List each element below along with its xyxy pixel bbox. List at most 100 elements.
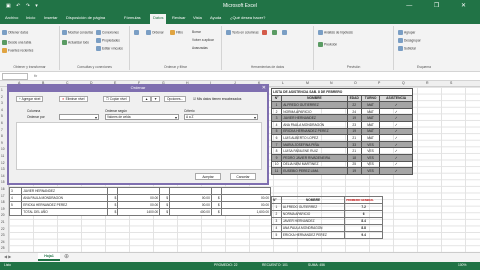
table-cell[interactable]: $ (210, 201, 222, 209)
row-header[interactable]: 18 (1, 200, 5, 204)
table-cell[interactable]: NORMA APARICIO (281, 107, 348, 116)
add-sheet-icon[interactable]: ⊕ (64, 253, 69, 260)
table-cell[interactable] (169, 187, 212, 195)
move-down-button[interactable]: ▼ (151, 96, 161, 102)
row-header[interactable]: 2 (1, 95, 3, 99)
table-cell[interactable]: MAT (360, 107, 381, 116)
tell-me-search[interactable]: ¿Qué desea hacer? (230, 15, 265, 20)
order-select[interactable]: A a Z (184, 114, 258, 120)
row-header[interactable]: 9 (1, 141, 3, 145)
table-cell[interactable]: 8.8 (344, 224, 383, 232)
table-cell[interactable]: 25 (346, 160, 362, 169)
table-cell[interactable]: VES (360, 140, 381, 149)
agrupar-button[interactable]: Agrupar (398, 30, 415, 35)
header-cell[interactable]: PROMEDIO GENERAL (344, 196, 383, 204)
mostrar-consultas-button[interactable]: Mostrar consultas (62, 30, 93, 35)
options-button[interactable]: Opciones... (164, 96, 187, 102)
row-header[interactable]: 5 (1, 114, 3, 118)
ordenar-button[interactable]: Ordenar (146, 30, 164, 35)
table-cell[interactable] (210, 187, 222, 195)
header-cell[interactable]: ASISTENCIA (379, 94, 413, 103)
table-cell[interactable]: 5 (271, 231, 282, 239)
table-cell[interactable]: JAVIER HERNANDEZ (281, 114, 348, 122)
table-cell[interactable]: 9.4 (344, 231, 383, 239)
table-cell[interactable]: MAT (360, 134, 381, 142)
table-cell[interactable]: $ (159, 201, 170, 209)
ok-button[interactable]: Aceptar (195, 173, 221, 180)
table-cell[interactable] (159, 187, 170, 195)
table-cell[interactable]: 2 (271, 210, 282, 218)
data-validation-button[interactable] (272, 30, 278, 35)
table-cell[interactable]: 5 (8, 201, 23, 209)
obtener-datos-button[interactable]: Obtener datos (2, 30, 28, 35)
col-header[interactable]: R (426, 81, 429, 85)
sort-levels-list[interactable] (16, 122, 262, 170)
table-cell[interactable]: 1,600.00 (220, 208, 272, 216)
quick-access-toolbar[interactable]: ▣ ↶ ↷ ▾ (6, 3, 40, 9)
row-header[interactable]: 19 (1, 207, 5, 211)
row-header[interactable]: 13 (1, 167, 5, 171)
table-cell[interactable]: ✓ (379, 167, 413, 175)
table-cell[interactable]: ✓ (379, 153, 413, 162)
column-select[interactable] (59, 114, 99, 120)
editar-vinculos-button[interactable]: Editar vínculos (96, 46, 123, 51)
table-cell[interactable]: 00.00 (220, 194, 272, 202)
table-cell[interactable]: ✓ (379, 114, 413, 122)
analisis-hipotesis-button[interactable]: Análisis de hipótesis (318, 30, 353, 35)
table-cell[interactable]: 6 (344, 210, 383, 218)
table-cell[interactable]: 11 (270, 167, 283, 175)
table-cell[interactable]: MAT (360, 120, 381, 129)
row-header[interactable]: 21 (1, 220, 5, 224)
tab-insertar[interactable]: Insertar (44, 15, 58, 20)
table-cell[interactable]: 5 (270, 127, 283, 136)
desde-tabla-button[interactable]: Desde una tabla (2, 40, 31, 45)
header-cell[interactable]: TURNO (360, 94, 381, 103)
table-cell[interactable]: 21 (346, 134, 362, 142)
sort-az-button[interactable] (134, 30, 140, 35)
table-cell[interactable]: 00.00 (117, 194, 161, 202)
table-cell[interactable]: ✓ (379, 147, 413, 155)
table-cell[interactable]: 00.00 (220, 201, 272, 209)
table-cell[interactable]: 4 (8, 194, 23, 202)
table-cell[interactable] (107, 187, 119, 195)
row-header[interactable]: 22 (1, 227, 5, 231)
row-header[interactable]: 10 (1, 147, 5, 151)
table-cell[interactable]: ✓ (379, 101, 413, 109)
row-header[interactable]: 24 (1, 240, 5, 244)
table-cell[interactable]: 8.4 (344, 217, 383, 225)
table-cell[interactable]: 22 (346, 101, 362, 109)
tab-inicio[interactable]: Inicio (26, 15, 35, 20)
table-cell[interactable]: JAVIER HERNANDEZ (280, 217, 346, 225)
close-icon[interactable]: ✕ (262, 85, 266, 91)
borrar-button[interactable]: Borrar (192, 30, 201, 34)
table-cell[interactable] (117, 187, 161, 195)
sort-on-select[interactable]: Valores de celda (105, 114, 179, 120)
table-cell[interactable]: MARIA JOSEFINA PIÑA (281, 140, 348, 149)
row-header[interactable]: 15 (1, 180, 5, 184)
header-cell[interactable]: N° (271, 196, 282, 204)
desagrupar-button[interactable]: Desagrupar (398, 38, 421, 43)
tab-datos[interactable]: Datos (150, 14, 167, 24)
table-cell[interactable]: ERICKA HERNANDEZ PEREZ (280, 231, 346, 239)
move-up-button[interactable]: ▲ (142, 96, 152, 102)
table-cell[interactable]: ANA PAULA MONDRAGON (280, 224, 346, 232)
header-cell[interactable]: EDAD (346, 94, 362, 103)
table-cell[interactable]: 18 (346, 153, 362, 162)
relationships-button[interactable] (282, 30, 288, 35)
row-header[interactable]: 23 (1, 233, 5, 237)
table-cell[interactable]: 1400.00 (117, 208, 161, 216)
table-cell[interactable]: $ (107, 194, 119, 202)
table-cell[interactable]: LUISA FABILENE RUIZ (281, 147, 348, 155)
table-cell[interactable]: MAT (360, 101, 381, 109)
table-cell[interactable]: 19 (346, 167, 362, 175)
tab-revisar[interactable]: Revisar (172, 15, 186, 20)
table-cell[interactable]: ANA PAULA MONDRAGON (281, 120, 348, 129)
table-cell[interactable] (8, 208, 23, 216)
filtro-button[interactable]: Filtro (170, 30, 183, 35)
header-cell[interactable]: NOMBRE (280, 196, 346, 204)
table-cell[interactable]: 10 (270, 160, 283, 169)
row-header[interactable]: 20 (1, 213, 5, 217)
table-cell[interactable]: VES (360, 147, 381, 155)
col-header[interactable]: N (330, 81, 333, 85)
table-cell[interactable]: 400.00 (169, 208, 212, 216)
